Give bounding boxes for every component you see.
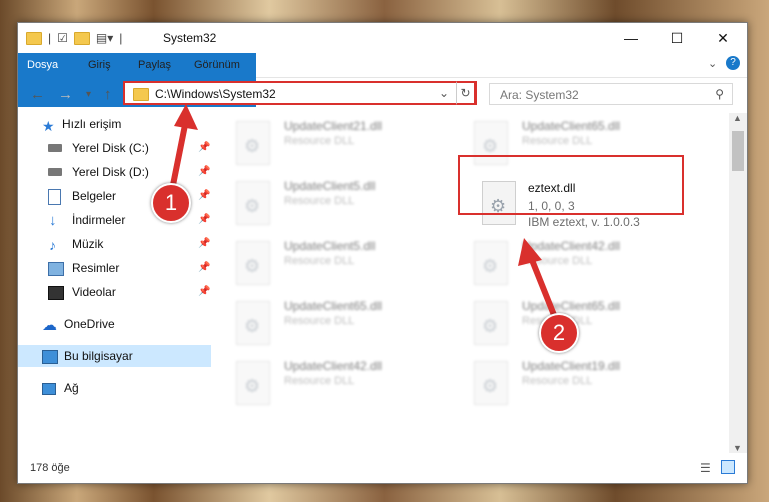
- annotation-arrows: [169, 104, 559, 323]
- step-2-badge: 2: [539, 313, 579, 353]
- step-1-badge: 1: [151, 183, 191, 223]
